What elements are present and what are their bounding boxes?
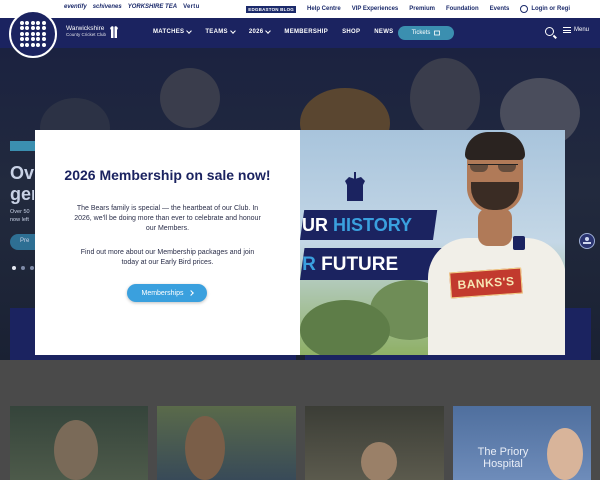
- carousel-dot[interactable]: [21, 266, 25, 270]
- utility-link-events[interactable]: Events: [490, 6, 510, 12]
- primary-nav: MATCHES TEAMS 2026 MEMBERSHIP SHOP NEWS: [153, 28, 393, 35]
- player-hair: [465, 132, 525, 160]
- future-banner-text: R FUTURE: [302, 254, 398, 276]
- player-neck: [478, 208, 512, 246]
- hero-copy-line: Over 50: [10, 209, 30, 215]
- future-banner: R FUTURE: [300, 248, 445, 280]
- hero-cta-label: Pre: [20, 238, 30, 244]
- priory-line: Hospital: [483, 458, 523, 470]
- memberships-button-label: Memberships: [141, 289, 184, 297]
- membership-modal: 2026 Membership on sale now! The Bears f…: [35, 130, 565, 355]
- tickets-button[interactable]: Tickets: [398, 26, 454, 40]
- news-card[interactable]: [10, 406, 148, 480]
- card-image-shape: [361, 442, 397, 480]
- nav-item-teams[interactable]: TEAMS: [205, 28, 236, 35]
- modal-paragraph: The Bears family is special — the heartb…: [74, 205, 261, 232]
- ticket-icon: [434, 30, 441, 36]
- chevron-down-icon: [186, 28, 193, 34]
- bear-crest-icon: [110, 24, 118, 38]
- hero-image-shape: [410, 58, 480, 138]
- bear-crest-icon: [345, 172, 365, 201]
- hero-copy-line: now left: [10, 217, 29, 223]
- sponsor-logo[interactable]: YORKSHIRE TEA: [128, 4, 177, 10]
- login-link[interactable]: Login or Regi: [520, 5, 570, 13]
- modal-title: 2026 Membership on sale now!: [64, 167, 271, 183]
- club-name: Warwickshire: [66, 25, 105, 32]
- utility-link-blog[interactable]: EDGBASTON BLOG: [246, 5, 296, 13]
- history-banner-text: UR HISTORY: [302, 215, 412, 236]
- nav-item-matches[interactable]: MATCHES: [153, 28, 193, 35]
- utility-bar: eventify schivenes YORKSHIRE TEA Vertu E…: [0, 0, 600, 18]
- nav-label: TEAMS: [205, 29, 228, 35]
- priory-line: The Priory: [477, 446, 529, 458]
- modal-content: 2026 Membership on sale now! The Bears f…: [35, 130, 300, 355]
- banner-word: HISTORY: [333, 215, 413, 235]
- nav-item-membership[interactable]: MEMBERSHIP: [284, 29, 328, 35]
- sponsor-logo[interactable]: Vertu: [183, 4, 200, 10]
- arrow-right-icon: [187, 290, 194, 296]
- chevron-down-icon: [229, 28, 236, 34]
- card-image-shape: [54, 420, 98, 480]
- carousel-dot[interactable]: [30, 266, 34, 270]
- club-wordmark[interactable]: Warwickshire County Cricket Club: [66, 25, 106, 37]
- shirt-sponsor-text: BANKS'S: [457, 274, 515, 292]
- card-image-shape: [547, 428, 583, 480]
- priory-hospital-text: The Priory Hospital: [473, 446, 533, 470]
- hero-title: Ove: [10, 163, 34, 183]
- hero-image-shape: [160, 68, 220, 128]
- memberships-button[interactable]: Memberships: [127, 284, 207, 302]
- sponsor-logos: eventify schivenes YORKSHIRE TEA Vertu: [64, 4, 200, 10]
- shirt-crest: [513, 236, 525, 250]
- close-icon[interactable]: ✕: [578, 2, 598, 20]
- nav-item-shop[interactable]: SHOP: [342, 29, 360, 35]
- carousel-pagination: [12, 266, 34, 270]
- main-navigation: Warwickshire County Cricket Club MATCHES…: [0, 18, 600, 48]
- banner-accent: UR: [302, 215, 329, 235]
- club-subtitle: County Cricket Club: [66, 32, 107, 37]
- search-icon[interactable]: [545, 27, 554, 36]
- banner-accent: R: [302, 254, 316, 275]
- sponsor-card[interactable]: The Priory Hospital: [453, 406, 591, 480]
- hero-title-line2: gen: [10, 184, 34, 204]
- banner-word: FUTURE: [321, 254, 399, 275]
- nav-label: MATCHES: [153, 29, 185, 35]
- modal-paragraph: Find out more about our Membership packa…: [80, 249, 255, 266]
- nav-item-2026[interactable]: 2026: [248, 28, 272, 35]
- sponsor-logo[interactable]: schivenes: [93, 4, 122, 10]
- hero-copy: Over 50 now left: [10, 208, 34, 224]
- utility-link-foundation[interactable]: Foundation: [446, 6, 479, 12]
- news-card[interactable]: [157, 406, 296, 480]
- card-image-shape: [185, 416, 225, 480]
- utility-link-premium[interactable]: Premium: [409, 6, 435, 12]
- sponsor-logo[interactable]: eventify: [64, 4, 87, 10]
- login-label: Login or Regi: [531, 6, 570, 12]
- utility-link-help-centre[interactable]: Help Centre: [307, 6, 341, 12]
- sunglasses-icon: [468, 164, 518, 172]
- tickets-label: Tickets: [411, 30, 431, 36]
- history-banner: UR HISTORY: [300, 210, 438, 240]
- utility-link-vip-experiences[interactable]: VIP Experiences: [352, 6, 399, 12]
- news-card[interactable]: [305, 406, 444, 480]
- logo-dots-icon: [20, 21, 46, 47]
- accessibility-icon[interactable]: [579, 233, 595, 249]
- hero-category-tag: [10, 141, 36, 151]
- carousel-dot[interactable]: [12, 266, 16, 270]
- tree-shape: [300, 300, 390, 355]
- menu-button[interactable]: Menu: [563, 27, 589, 33]
- hamburger-icon: [563, 27, 571, 33]
- user-icon: [520, 5, 529, 13]
- nav-label: 2026: [248, 29, 264, 35]
- shirt-sponsor-patch: BANKS'S: [449, 267, 523, 299]
- club-logo[interactable]: [9, 10, 57, 58]
- utility-links: EDGBASTON BLOG Help Centre VIP Experienc…: [246, 5, 570, 13]
- menu-label: Menu: [574, 27, 590, 33]
- player-shirt: [428, 238, 565, 355]
- nav-item-news[interactable]: NEWS: [374, 29, 393, 35]
- modal-promo-image: UR HISTORY R FUTURE BANKS'S: [300, 130, 565, 355]
- chevron-down-icon: [265, 28, 272, 34]
